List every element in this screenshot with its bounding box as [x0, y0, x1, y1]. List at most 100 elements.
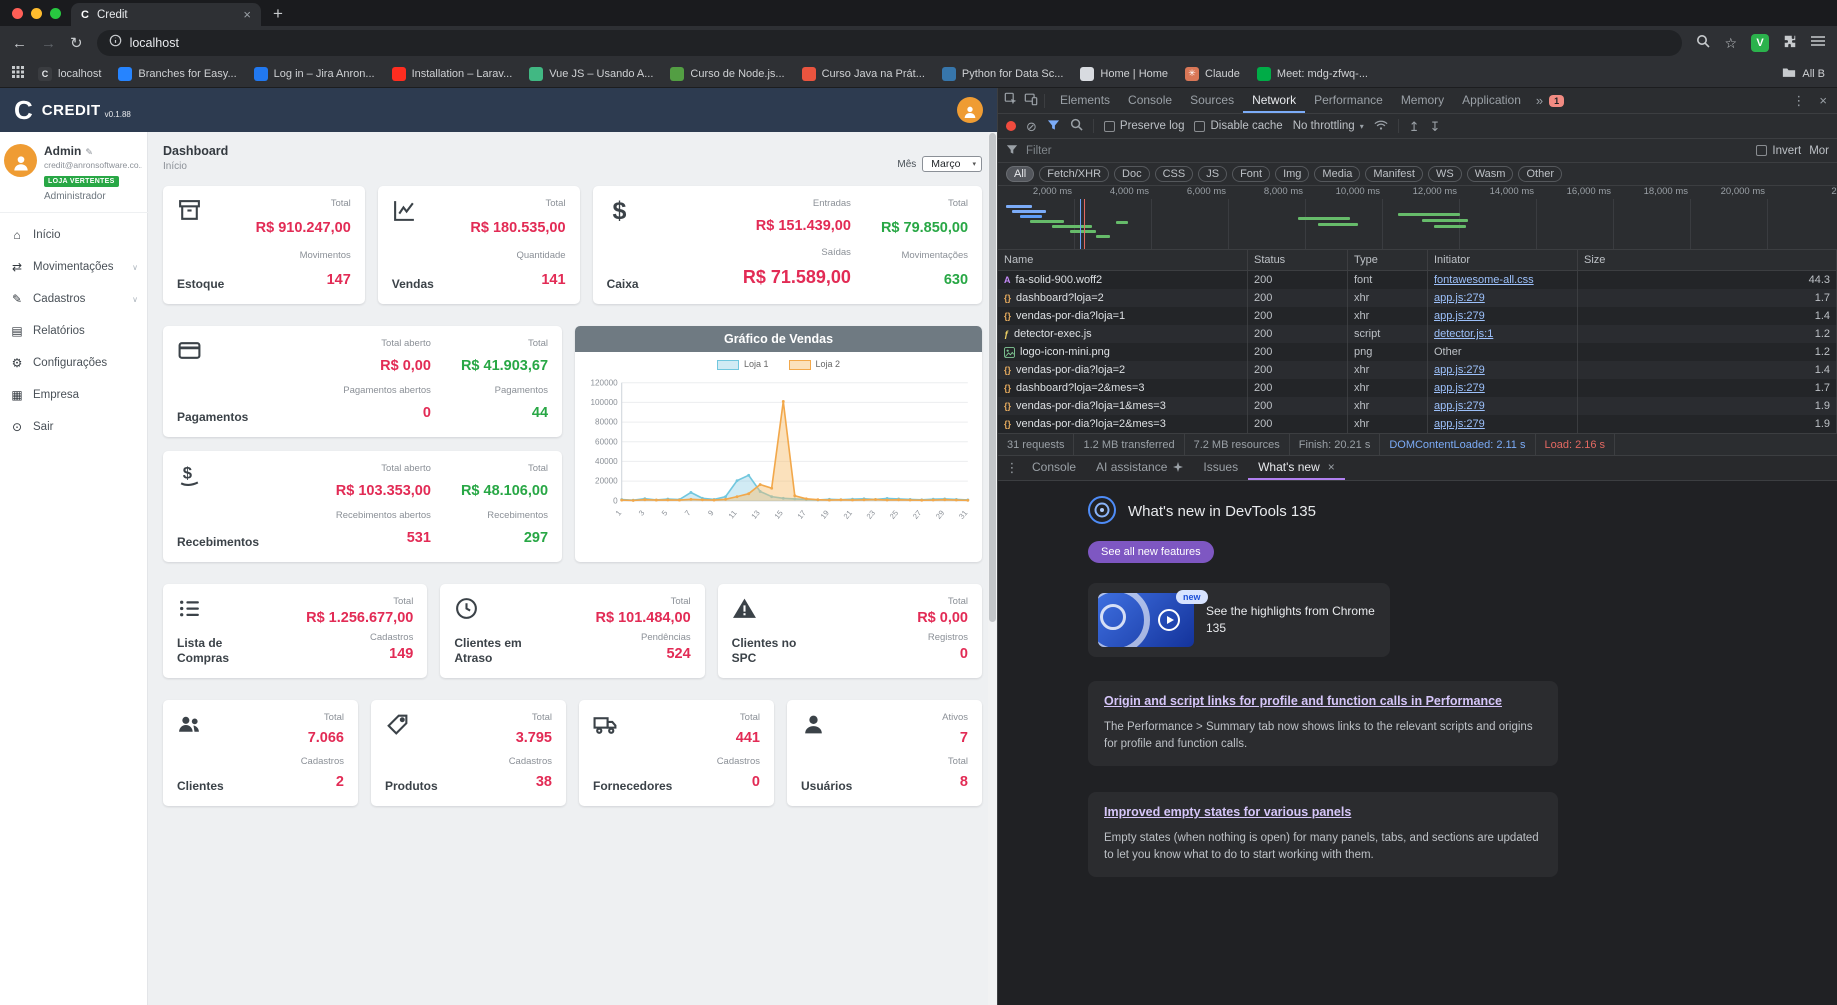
devtools-kebab-icon[interactable]: ⋮	[1788, 93, 1809, 109]
throttling-select[interactable]: No throttling ▾	[1293, 120, 1364, 132]
bookmark-item[interactable]: Vue JS – Usando A...	[529, 66, 653, 81]
all-bookmarks[interactable]: All B	[1782, 66, 1825, 81]
bookmark-item[interactable]: Log in – Jira Anron...	[253, 66, 375, 81]
network-request-row[interactable]: {} vendas-por-dia?loja=2 200 xhr app.js:279 1…	[998, 361, 1837, 379]
request-initiator-link[interactable]: fontawesome-all.css	[1434, 274, 1534, 286]
record-button[interactable]	[1006, 121, 1016, 131]
close-window-button[interactable]	[12, 7, 23, 19]
filter-chip-css[interactable]: CSS	[1154, 166, 1194, 182]
network-request-row[interactable]: {} dashboard?loja=2&mes=3 200 xhr app.js:279…	[998, 379, 1837, 397]
bookmark-item[interactable]: Branches for Easy...	[118, 66, 237, 81]
filter-chip-wasm[interactable]: Wasm	[1466, 166, 1514, 182]
network-filter-input[interactable]	[1026, 144, 1749, 157]
network-request-row[interactable]: {} vendas-por-dia?loja=1&mes=3 200 xhr app.j…	[998, 397, 1837, 415]
clear-icon[interactable]: ⊘	[1026, 120, 1037, 133]
filter-chip-doc[interactable]: Doc	[1114, 166, 1150, 182]
filter-chip-manifest[interactable]: Manifest	[1365, 166, 1423, 182]
column-header-status[interactable]: Status	[1248, 250, 1348, 270]
invert-checkbox[interactable]: Invert	[1756, 145, 1801, 157]
bookmark-item[interactable]: Clocalhost	[38, 66, 101, 81]
devtools-close-icon[interactable]: ×	[1815, 93, 1831, 108]
network-conditions-icon[interactable]	[1374, 119, 1388, 134]
filter-chip-font[interactable]: Font	[1232, 166, 1271, 182]
apps-grid-icon[interactable]	[12, 65, 24, 83]
user-avatar[interactable]	[957, 97, 983, 123]
browser-menu-icon[interactable]	[1811, 34, 1825, 52]
inspect-icon[interactable]	[1004, 92, 1018, 109]
network-request-row[interactable]: {} vendas-por-dia?loja=2&mes=3 200 xhr app.j…	[998, 415, 1837, 433]
minimize-window-button[interactable]	[31, 7, 42, 19]
sidebar-item-cadastros[interactable]: ✎ Cadastros ∨	[0, 283, 148, 315]
filter-chip-ws[interactable]: WS	[1427, 166, 1462, 182]
column-header-type[interactable]: Type	[1348, 250, 1428, 270]
bookmark-item[interactable]: ✳ Claude	[1185, 66, 1240, 81]
drawer-tab-ai-assistance[interactable]: AI assistance	[1086, 456, 1193, 480]
bookmark-star-icon[interactable]: ☆	[1724, 35, 1737, 52]
address-bar[interactable]: localhost	[96, 30, 1683, 56]
request-initiator-link[interactable]: app.js:279	[1434, 364, 1485, 376]
column-header-size[interactable]: Size	[1578, 250, 1837, 270]
devtools-tab-network[interactable]: Network	[1243, 88, 1306, 113]
sidebar-item-sair[interactable]: ⊙ Sair	[0, 411, 148, 443]
extensions-puzzle-icon[interactable]	[1783, 34, 1797, 53]
bookmark-item[interactable]: Home | Home	[1080, 66, 1168, 81]
legend-item[interactable]: Loja 2	[788, 359, 840, 370]
drawer-tab-what-s-new[interactable]: What's new ×	[1248, 456, 1345, 480]
highlights-card[interactable]: new See the highlights from Chrome 135	[1088, 583, 1390, 657]
request-initiator-link[interactable]: app.js:279	[1434, 418, 1485, 430]
filter-chip-img[interactable]: Img	[1275, 166, 1310, 182]
network-search-icon[interactable]	[1070, 118, 1083, 134]
devtools-tab-console[interactable]: Console	[1119, 88, 1181, 113]
request-initiator-link[interactable]: app.js:279	[1434, 292, 1485, 304]
request-initiator-link[interactable]: app.js:279	[1434, 382, 1485, 394]
sidebar-item-movimentacoes[interactable]: ⇄ Movimentações ∨	[0, 251, 148, 283]
sidebar-item-empresa[interactable]: ▦ Empresa	[0, 379, 148, 411]
drawer-tab-console[interactable]: Console	[1022, 456, 1086, 480]
column-header-name[interactable]: Name	[998, 250, 1248, 270]
bookmark-item[interactable]: Curso de Node.js...	[670, 66, 785, 81]
bookmark-item[interactable]: Curso Java na Prát...	[801, 66, 925, 81]
sidebar-item-relatorios[interactable]: ▤ Relatórios	[0, 315, 148, 347]
whatsnew-section-link[interactable]: Origin and script links for profile and …	[1104, 693, 1502, 711]
filter-chip-media[interactable]: Media	[1314, 166, 1361, 182]
request-initiator-link[interactable]: app.js:279	[1434, 400, 1485, 412]
filter-toggle-icon[interactable]	[1047, 119, 1060, 134]
bookmark-item[interactable]: Meet: mdg-zfwq-...	[1256, 66, 1368, 81]
extension-v-icon[interactable]: V	[1751, 34, 1769, 52]
browser-tab[interactable]: C Credit ×	[71, 3, 261, 26]
reload-button[interactable]: ↻	[70, 34, 83, 52]
error-badge[interactable]: 1	[1549, 94, 1565, 107]
request-initiator-link[interactable]: app.js:279	[1434, 310, 1485, 322]
filter-chip-js[interactable]: JS	[1198, 166, 1228, 182]
filter-chip-all[interactable]: All	[1006, 166, 1035, 182]
close-icon[interactable]: ×	[1328, 460, 1335, 474]
search-icon[interactable]	[1696, 34, 1711, 53]
bookmark-item[interactable]: Python for Data Sc...	[941, 66, 1063, 81]
filter-chip-fetch-xhr[interactable]: Fetch/XHR	[1039, 166, 1110, 182]
more-filters-label[interactable]: Mor	[1809, 145, 1829, 157]
devtools-tab-elements[interactable]: Elements	[1051, 88, 1119, 113]
filter-chip-other[interactable]: Other	[1518, 166, 1562, 182]
sidebar-item-configuracoes[interactable]: ⚙ Configurações	[0, 347, 148, 379]
network-request-row[interactable]: {} vendas-por-dia?loja=1 200 xhr app.js:279 1…	[998, 307, 1837, 325]
devtools-tab-application[interactable]: Application	[1453, 88, 1530, 113]
see-all-features-button[interactable]: See all new features	[1088, 541, 1214, 563]
devtools-tab-memory[interactable]: Memory	[1392, 88, 1453, 113]
scrollbar-thumb[interactable]	[989, 133, 996, 622]
network-request-row[interactable]: logo-icon-mini.png 200 png Other 1.2	[998, 343, 1837, 361]
preserve-log-checkbox[interactable]: Preserve log	[1103, 120, 1184, 132]
more-tabs-icon[interactable]: »	[1536, 93, 1543, 108]
disable-cache-checkbox[interactable]: Disable cache	[1194, 120, 1283, 132]
forward-button[interactable]: →	[41, 35, 56, 52]
network-request-row[interactable]: Afa-solid-900.woff2 200 font fontawesome-al…	[998, 271, 1837, 289]
sidebar-item-inicio[interactable]: ⌂ Início	[0, 219, 148, 251]
edit-profile-icon[interactable]: ✎	[85, 147, 93, 157]
maximize-window-button[interactable]	[50, 7, 61, 19]
import-har-icon[interactable]: ↥	[1409, 120, 1420, 133]
column-header-initiator[interactable]: Initiator	[1428, 250, 1578, 270]
bookmark-item[interactable]: Installation – Larav...	[391, 66, 512, 81]
network-overview[interactable]: 2,000 ms 4,000 ms 6,000 ms 8,000 ms 10,000 m…	[998, 186, 1837, 250]
drawer-tab-issues[interactable]: Issues	[1193, 456, 1248, 480]
devtools-tab-performance[interactable]: Performance	[1305, 88, 1392, 113]
whatsnew-section-link[interactable]: Improved empty states for various panels	[1104, 804, 1351, 822]
